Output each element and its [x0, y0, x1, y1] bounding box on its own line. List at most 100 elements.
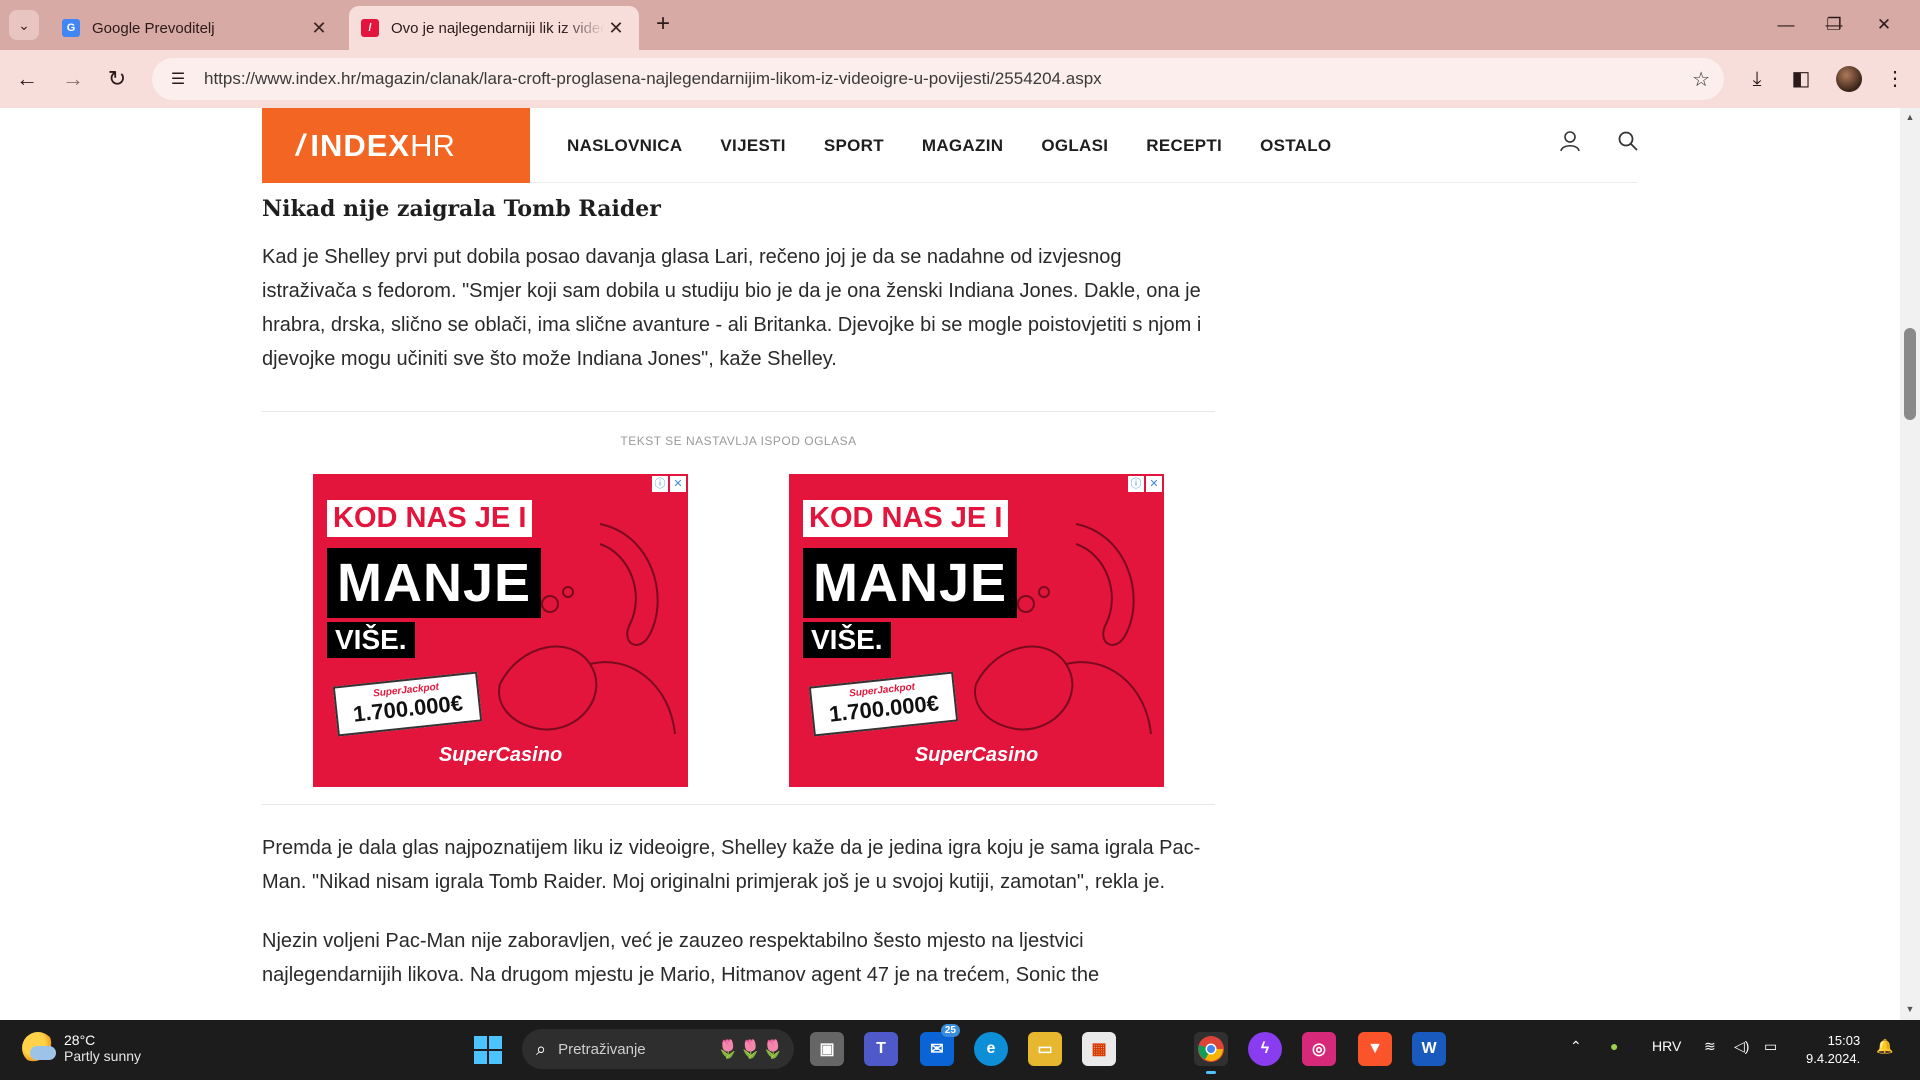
article-paragraph: Kad je Shelley prvi put dobila posao dav… [262, 246, 1202, 370]
show-hidden-icons-chevron-icon[interactable]: ⌃ [1570, 1038, 1582, 1055]
download-icon[interactable]: ⤓ [1742, 64, 1772, 94]
address-bar[interactable]: ☰ https://www.index.hr/magazin/clanak/la… [152, 58, 1724, 100]
index-hr-icon: / [361, 19, 379, 37]
brave-icon[interactable]: ▼ [1358, 1032, 1392, 1066]
user-icon[interactable] [1555, 130, 1585, 160]
ad-close-icon[interactable]: ✕ [1146, 476, 1162, 492]
ad-info-icon[interactable]: ⓘ [652, 476, 668, 492]
tulips-icon: 🌷🌷🌷 [716, 1038, 784, 1059]
jackpot-card: SuperJackpot 1.700.000€ [808, 671, 959, 737]
jackpot-card: SuperJackpot 1.700.000€ [332, 671, 483, 737]
mail-icon[interactable]: ✉ 25 [920, 1024, 960, 1066]
ad-headline-3: VIŠE. [327, 622, 415, 658]
forward-button[interactable]: → [56, 62, 90, 96]
ad-section: TEKST SE NASTAVLJA ISPOD OGLASA ⓘ ✕ KOD … [262, 411, 1215, 805]
scroll-down-arrow-icon[interactable]: ▼ [1900, 1004, 1920, 1014]
ad-headline-1: KOD NAS JE I [327, 500, 533, 537]
ad-controls: ⓘ ✕ [1128, 476, 1162, 492]
taskbar-search-placeholder: Pretraživanje [558, 1040, 646, 1058]
nav-recepti[interactable]: RECEPTI [1146, 136, 1222, 156]
nav-oglasi[interactable]: OGLASI [1041, 136, 1108, 156]
ad-headline-2: MANJE [803, 548, 1018, 618]
close-window-button[interactable]: ✕ [1864, 8, 1904, 42]
close-tab-icon[interactable]: ✕ [605, 18, 627, 39]
tab-title: Ovo je najlegendarniji lik iz videoigre [391, 19, 605, 37]
messenger-icon[interactable]: ϟ [1248, 1032, 1282, 1066]
nav-sport[interactable]: SPORT [824, 136, 884, 156]
nav-magazin[interactable]: MAGAZIN [922, 136, 1003, 156]
teams-icon[interactable]: T [864, 1032, 898, 1066]
google-translate-icon: G [62, 19, 80, 37]
new-tab-button[interactable]: + [648, 10, 678, 40]
tab-search-button[interactable]: ⌄ [9, 10, 39, 40]
logo-hr-text: HR [410, 127, 455, 163]
nav-naslovnica[interactable]: NASLOVNICA [567, 136, 682, 156]
ad-headline-1: KOD NAS JE I [803, 500, 1009, 537]
search-icon[interactable] [1613, 130, 1643, 160]
article-body-continued: Premda je dala glas najpoznatijem liku i… [262, 831, 1215, 1017]
minimize-window-button[interactable]: — [1766, 8, 1806, 42]
windows-start-icon[interactable] [474, 1036, 502, 1064]
volume-icon[interactable]: ◁) [1734, 1038, 1749, 1055]
nav-vijesti[interactable]: VIJESTI [720, 136, 785, 156]
mail-badge: 25 [940, 1024, 960, 1037]
wifi-icon[interactable]: ≋ [1704, 1038, 1716, 1055]
weather-temp: 28°C [64, 1032, 96, 1048]
nav-ostalo[interactable]: OSTALO [1260, 136, 1331, 156]
web-page: / INDEX HR NASLOVNICA VIJESTI SPORT MAGA… [0, 108, 1920, 1020]
site-info-icon[interactable]: ☰ [160, 69, 196, 89]
ad-brand: SuperCasino [914, 744, 1039, 766]
instagram-icon[interactable]: ◎ [1302, 1032, 1336, 1066]
language-indicator[interactable]: HRV [1652, 1038, 1681, 1054]
browser-toolbar: ← → ↻ ☰ https://www.index.hr/magazin/cla… [0, 50, 1920, 108]
partly-sunny-icon [22, 1032, 56, 1064]
site-header: / INDEX HR NASLOVNICA VIJESTI SPORT MAGA… [262, 108, 1638, 183]
ad-info-icon[interactable]: ⓘ [1128, 476, 1144, 492]
chrome-icon[interactable] [1194, 1032, 1228, 1074]
logo-index-text: INDEX [310, 127, 411, 163]
tab-title: Google Prevoditelj [92, 19, 215, 37]
taskbar-search[interactable]: ⌕ Pretraživanje 🌷🌷🌷 [522, 1029, 794, 1069]
profile-avatar[interactable] [1836, 66, 1862, 92]
supercasino-ad-left[interactable]: ⓘ ✕ KOD NAS JE I MANJE VIŠE. SuperJackpo… [313, 474, 688, 787]
microsoft-store-icon[interactable]: ▦ [1082, 1032, 1116, 1066]
menu-kebab-icon[interactable]: ⋮ [1880, 64, 1910, 94]
tab-index-article[interactable]: / Ovo je najlegendarniji lik iz videoigr… [349, 6, 639, 50]
system-clock[interactable]: 15:03 9.4.2024. [1806, 1032, 1860, 1068]
scroll-up-arrow-icon[interactable]: ▲ [1900, 112, 1920, 122]
article-paragraph: Premda je dala glas najpoznatijem liku i… [262, 837, 1201, 893]
index-hr-logo[interactable]: / INDEX HR [262, 108, 530, 183]
supercasino-ad-right[interactable]: ⓘ ✕ KOD NAS JE I MANJE VIŠE. SuperJackpo… [789, 474, 1164, 787]
clock-time: 15:03 [1827, 1033, 1861, 1048]
main-navigation: NASLOVNICA VIJESTI SPORT MAGAZIN OGLASI … [567, 108, 1369, 183]
article-paragraph: Njezin voljeni Pac-Man nije zaboravljen,… [262, 930, 1100, 986]
article-body: Nikad nije zaigrala Tomb Raider Kad je S… [262, 196, 1215, 376]
weather-widget[interactable]: 28°C Partly sunny [22, 1032, 141, 1064]
page-scrollbar[interactable]: ▲ ▼ [1900, 108, 1920, 1020]
task-view-icon[interactable]: ▣ [810, 1032, 844, 1066]
reload-button[interactable]: ↻ [100, 62, 134, 96]
browser-tab-strip: ⌄ G Google Prevoditelj ✕ / Ovo je najleg… [0, 0, 1920, 50]
search-icon: ⌕ [536, 1038, 547, 1059]
edge-icon[interactable]: e [974, 1032, 1008, 1066]
scrollbar-thumb[interactable] [1904, 328, 1916, 420]
tray-app-icon[interactable]: ● [1610, 1038, 1618, 1054]
clock-date: 9.4.2024. [1806, 1051, 1861, 1066]
back-button[interactable]: ← [10, 62, 44, 96]
close-tab-icon[interactable]: ✕ [308, 18, 330, 39]
file-explorer-icon[interactable]: ▭ [1028, 1032, 1062, 1066]
notification-bell-icon[interactable]: 🔔 [1876, 1038, 1893, 1055]
ad-close-icon[interactable]: ✕ [670, 476, 686, 492]
side-panel-icon[interactable]: ◧ [1786, 64, 1816, 94]
ad-brand: SuperCasino [438, 744, 563, 766]
battery-icon[interactable]: ▭ [1764, 1038, 1777, 1055]
article-subheading: Nikad nije zaigrala Tomb Raider [262, 196, 661, 222]
word-icon[interactable]: W [1412, 1032, 1446, 1066]
bookmark-star-icon[interactable]: ☆ [1692, 67, 1710, 92]
ad-notice: TEKST SE NASTAVLJA ISPOD OGLASA [620, 434, 857, 448]
restore-window-button[interactable]: ❐ [1814, 8, 1854, 42]
active-app-indicator [1206, 1071, 1216, 1074]
ad-controls: ⓘ ✕ [652, 476, 686, 492]
url-text[interactable]: https://www.index.hr/magazin/clanak/lara… [204, 69, 1102, 89]
tab-google-prevoditelj[interactable]: G Google Prevoditelj ✕ [50, 6, 342, 50]
